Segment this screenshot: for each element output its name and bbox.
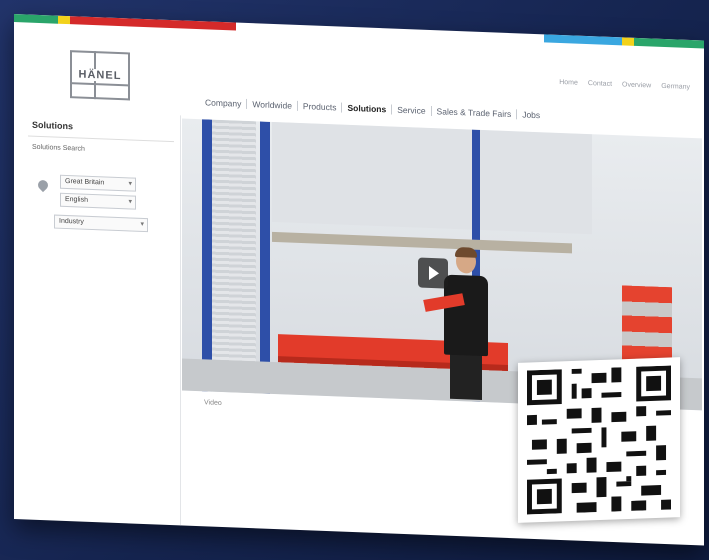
chevron-down-icon: ▾ bbox=[128, 198, 132, 206]
sidebar-divider bbox=[28, 135, 174, 143]
chevron-down-icon: ▾ bbox=[128, 180, 132, 188]
utility-link-overview[interactable]: Overview bbox=[622, 81, 651, 89]
brand-stripe-green-2 bbox=[634, 37, 704, 49]
brand-stripe-blue bbox=[544, 34, 622, 46]
utility-link-contact[interactable]: Contact bbox=[588, 80, 612, 88]
country-select[interactable]: Great Britain ▾ bbox=[60, 174, 136, 192]
nav-item-jobs[interactable]: Jobs bbox=[516, 109, 546, 121]
qr-code-icon bbox=[527, 365, 671, 515]
brand-stripe-yellow-2 bbox=[622, 37, 634, 46]
video-shutter bbox=[212, 119, 256, 394]
person-hair bbox=[455, 246, 477, 258]
play-button[interactable] bbox=[418, 257, 448, 289]
video-post bbox=[260, 121, 270, 394]
industry-select-value: Industry bbox=[59, 217, 84, 226]
location-pin-icon bbox=[35, 178, 51, 193]
video-caption: Video bbox=[204, 399, 222, 407]
brand-stripe-yellow bbox=[58, 15, 70, 25]
utility-link-country[interactable]: Germany bbox=[661, 83, 690, 91]
sidebar-link-search[interactable]: Solutions Search bbox=[32, 144, 85, 153]
main-nav: Company Worldwide Products Solutions Ser… bbox=[200, 97, 546, 121]
chevron-down-icon: ▾ bbox=[140, 220, 144, 228]
utility-link-home[interactable]: Home bbox=[559, 79, 578, 87]
language-select[interactable]: English ▾ bbox=[60, 192, 136, 210]
nav-item-solutions[interactable]: Solutions bbox=[341, 102, 392, 115]
video-post bbox=[202, 119, 212, 392]
video-shelf bbox=[272, 231, 572, 254]
sidebar: Solutions Solutions Search Great Britain… bbox=[14, 109, 181, 526]
company-logo[interactable]: HÄNEL bbox=[70, 50, 130, 101]
nav-item-service[interactable]: Service bbox=[391, 104, 431, 117]
person-body bbox=[444, 274, 488, 357]
industry-select[interactable]: Industry ▾ bbox=[54, 214, 148, 233]
nav-item-sales-trade-fairs[interactable]: Sales & Trade Fairs bbox=[430, 106, 517, 120]
logo-text: HÄNEL bbox=[76, 68, 124, 83]
qr-code bbox=[518, 357, 680, 523]
country-select-value: Great Britain bbox=[65, 177, 105, 187]
nav-item-worldwide[interactable]: Worldwide bbox=[246, 98, 297, 111]
nav-item-company[interactable]: Company bbox=[200, 97, 246, 109]
utility-nav: Home Contact Overview Germany bbox=[559, 79, 690, 91]
sidebar-title: Solutions bbox=[32, 119, 73, 132]
brand-stripe-green bbox=[14, 14, 58, 24]
video-machine bbox=[272, 121, 592, 235]
language-select-value: English bbox=[65, 195, 88, 204]
person-legs bbox=[450, 352, 482, 400]
nav-item-products[interactable]: Products bbox=[296, 100, 342, 113]
